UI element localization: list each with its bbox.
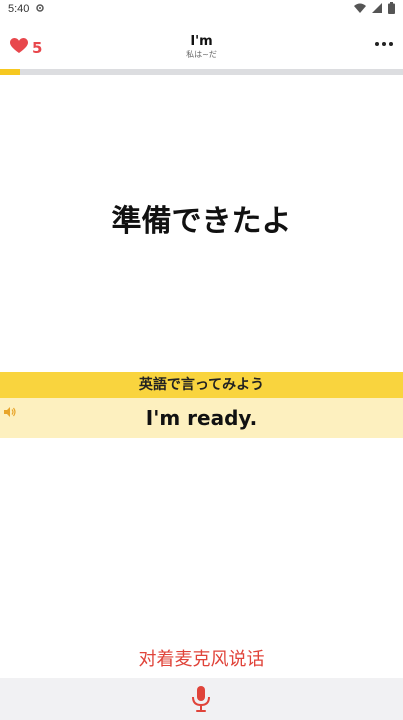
status-time: 5:40 (8, 3, 30, 15)
status-bar: 5:40 (0, 0, 403, 18)
lesson-subtitle: 私は~だ (186, 50, 217, 59)
instruction-banner: 英語で言ってみよう (0, 372, 403, 398)
more-options-button[interactable] (375, 42, 393, 46)
microphone-icon[interactable] (191, 686, 211, 716)
answer-row: I'm ready. (0, 398, 403, 438)
lesson-progress-fill (0, 69, 21, 75)
mic-bar (0, 678, 403, 720)
wifi-icon (354, 3, 366, 16)
prompt-sentence: 準備できたよ (111, 204, 292, 239)
battery-icon (388, 1, 395, 17)
lesson-progress-bar (0, 69, 403, 75)
speak-hint: 对着麦克风说话 (138, 649, 265, 670)
screen: 5:40 5 I'm 私は~だ 準備できたよ 英語で言ってみよう I'm rea… (0, 0, 403, 720)
answer-sentence: I'm ready. (145, 406, 258, 430)
gear-icon (35, 3, 45, 16)
signal-icon (372, 2, 382, 16)
more-horizontal-icon (375, 42, 379, 46)
lesson-header: 5 I'm 私は~だ (0, 30, 403, 68)
lesson-title: I'm (190, 34, 213, 49)
